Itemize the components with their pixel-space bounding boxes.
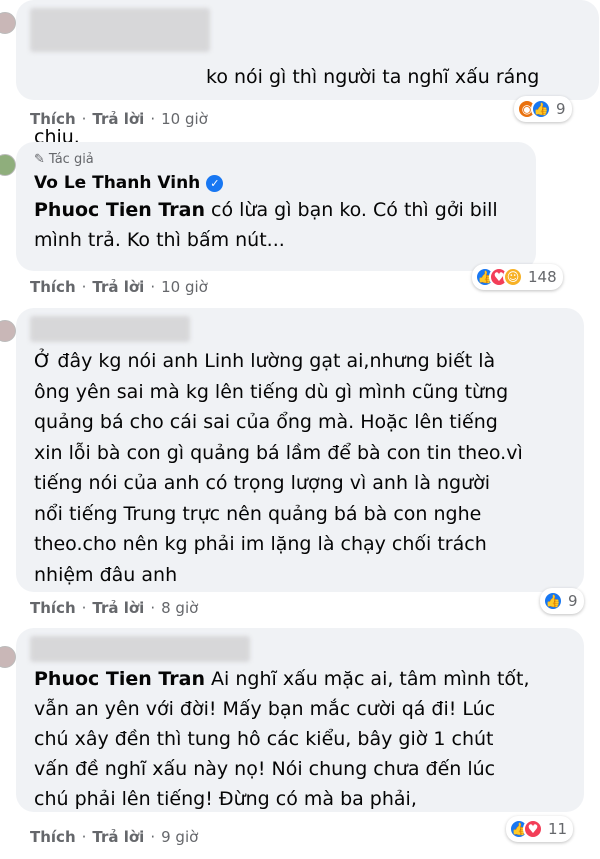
comment-actions: Thích · Trả lời · 9 giờ [30,828,198,846]
reaction-count: 11 [548,820,568,838]
like-button[interactable]: Thích [30,828,76,846]
separator: · [81,599,87,617]
comment-bubble: ko nói gì thì người ta nghĩ xấu ráng chị… [16,0,599,148]
reaction-count: 9 [556,100,566,118]
avatar[interactable] [0,12,16,34]
comment-text-rest: mình trả. Ko thì bấm nút... [34,229,285,251]
timestamp[interactable]: 8 giờ [161,599,198,617]
comment-bubble: Phuoc Tien Tran Ai nghĩ xấu mặc ai, tâm … [16,628,584,812]
reaction-summary[interactable]: ◉ 👍 9 [514,96,572,122]
separator: · [81,110,87,128]
like-button[interactable]: Thích [30,599,76,617]
pen-icon: ✎ [34,152,45,167]
mention-link[interactable]: Phuoc Tien Tran [34,199,205,221]
blurred-name [30,636,250,662]
reply-button[interactable]: Trả lời [92,110,144,128]
mention-link[interactable]: Phuoc Tien Tran [34,668,205,690]
reply-button[interactable]: Trả lời [92,278,144,296]
separator: · [150,110,156,128]
reaction-summary[interactable]: 👍 ♥ ☺ 148 [472,264,563,290]
author-name[interactable]: Vo Le Thanh Vinh ✓ [34,173,518,193]
reaction-summary[interactable]: 👍 9 [540,588,584,614]
reaction-summary[interactable]: 👍 ♥ 11 [506,816,574,842]
author-badge: ✎ Tác giả [34,152,94,167]
reply-button[interactable]: Trả lời [92,828,144,846]
comment-actions: Thích · Trả lời · 10 giờ [30,110,208,128]
comment-actions: Thích · Trả lời · 8 giờ [30,599,198,617]
comment-bubble: ✎ Tác giả Vo Le Thanh Vinh ✓ Phuoc Tien … [16,142,536,271]
avatar[interactable] [0,320,16,342]
comment-text: ko nói gì thì người ta nghĩ xấu ráng [206,66,540,88]
comment-text: Ở đây kg nói anh Linh lường gạt ai,nhưng… [34,350,523,586]
comment-bubble: Ở đây kg nói anh Linh lường gạt ai,nhưng… [16,308,584,592]
timestamp[interactable]: 10 giờ [161,110,208,128]
reaction-count: 9 [568,592,578,610]
avatar[interactable] [0,646,16,668]
separator: · [81,278,87,296]
blurred-name [30,316,190,342]
avatar[interactable] [0,154,16,176]
comment-text: Phuoc Tien Tran Ai nghĩ xấu mặc ai, tâm … [34,668,530,690]
reaction-count: 148 [528,268,557,286]
like-button[interactable]: Thích [30,110,76,128]
comment-actions: Thích · Trả lời · 10 giờ [30,278,208,296]
blurred-name [30,8,210,52]
like-reaction-icon: 👍 [531,99,551,119]
separator: · [81,828,87,846]
separator: · [150,599,156,617]
timestamp[interactable]: 10 giờ [161,278,208,296]
timestamp[interactable]: 9 giờ [161,828,198,846]
reply-button[interactable]: Trả lời [92,599,144,617]
separator: · [150,278,156,296]
like-reaction-icon: 👍 [543,591,563,611]
comment-text: Phuoc Tien Tran có lừa gì bạn ko. Có thì… [34,199,498,221]
like-button[interactable]: Thích [30,278,76,296]
care-reaction-icon: ☺ [503,267,523,287]
love-reaction-icon: ♥ [523,819,543,839]
separator: · [150,828,156,846]
comment-text-rest: vẫn an yên với đời! Mấy bạn mắc cười qá … [34,698,496,810]
verified-icon: ✓ [206,174,224,192]
